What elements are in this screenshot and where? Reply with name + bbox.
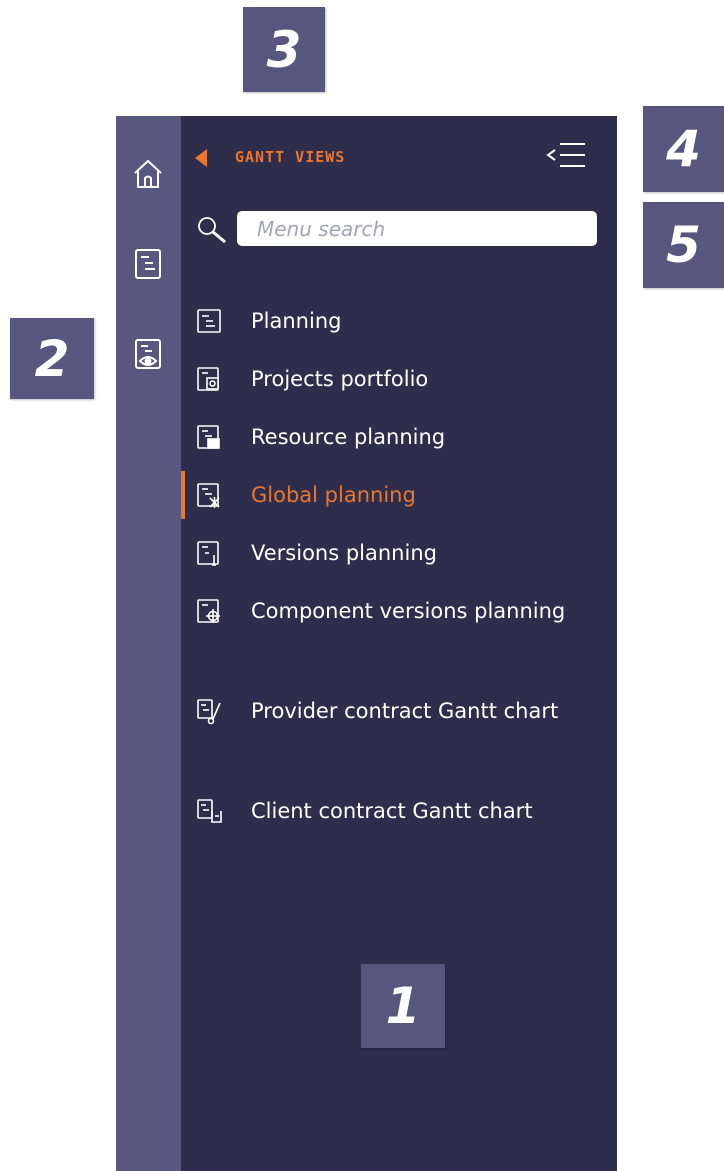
menu-search-input[interactable] — [237, 211, 597, 246]
component-versions-icon — [195, 597, 223, 625]
menu-item-label: Projects portfolio — [251, 367, 429, 391]
home-icon[interactable] — [130, 156, 166, 192]
search-row — [181, 211, 617, 251]
menu-item-label: Planning — [251, 309, 342, 333]
menu-item-label: Component versions planning — [251, 599, 566, 623]
callout-badge-4: 4 — [643, 106, 724, 192]
global-planning-icon — [195, 481, 223, 509]
menu-item-label: Versions planning — [251, 541, 437, 565]
projects-portfolio-icon — [195, 365, 223, 393]
planning-icon — [195, 307, 223, 335]
provider-contract-icon — [195, 697, 223, 725]
callout-badge-2: 2 — [10, 318, 94, 399]
collapse-menu-button[interactable] — [543, 138, 591, 178]
versions-planning-icon — [195, 539, 223, 567]
resource-planning-icon — [195, 423, 223, 451]
gantt-view-icon[interactable] — [130, 246, 166, 282]
client-contract-icon — [195, 797, 223, 825]
panel-header: GANTT VIEWS — [181, 138, 617, 178]
back-arrow-icon[interactable] — [193, 148, 209, 168]
menu-item-label: Resource planning — [251, 425, 446, 449]
menu-item-label: Global planning — [251, 483, 416, 507]
callout-badge-5: 5 — [643, 202, 724, 288]
callout-badge-1: 1 — [361, 964, 445, 1048]
icon-rail — [116, 116, 181, 1171]
search-icon — [195, 215, 229, 245]
panel-title: GANTT VIEWS — [235, 148, 346, 166]
callout-badge-3: 3 — [243, 7, 325, 92]
menu-item-label: Provider contract Gantt chart — [251, 699, 559, 723]
gantt-view-eye-icon[interactable] — [130, 336, 166, 372]
menu-item-label: Client contract Gantt chart — [251, 799, 533, 823]
